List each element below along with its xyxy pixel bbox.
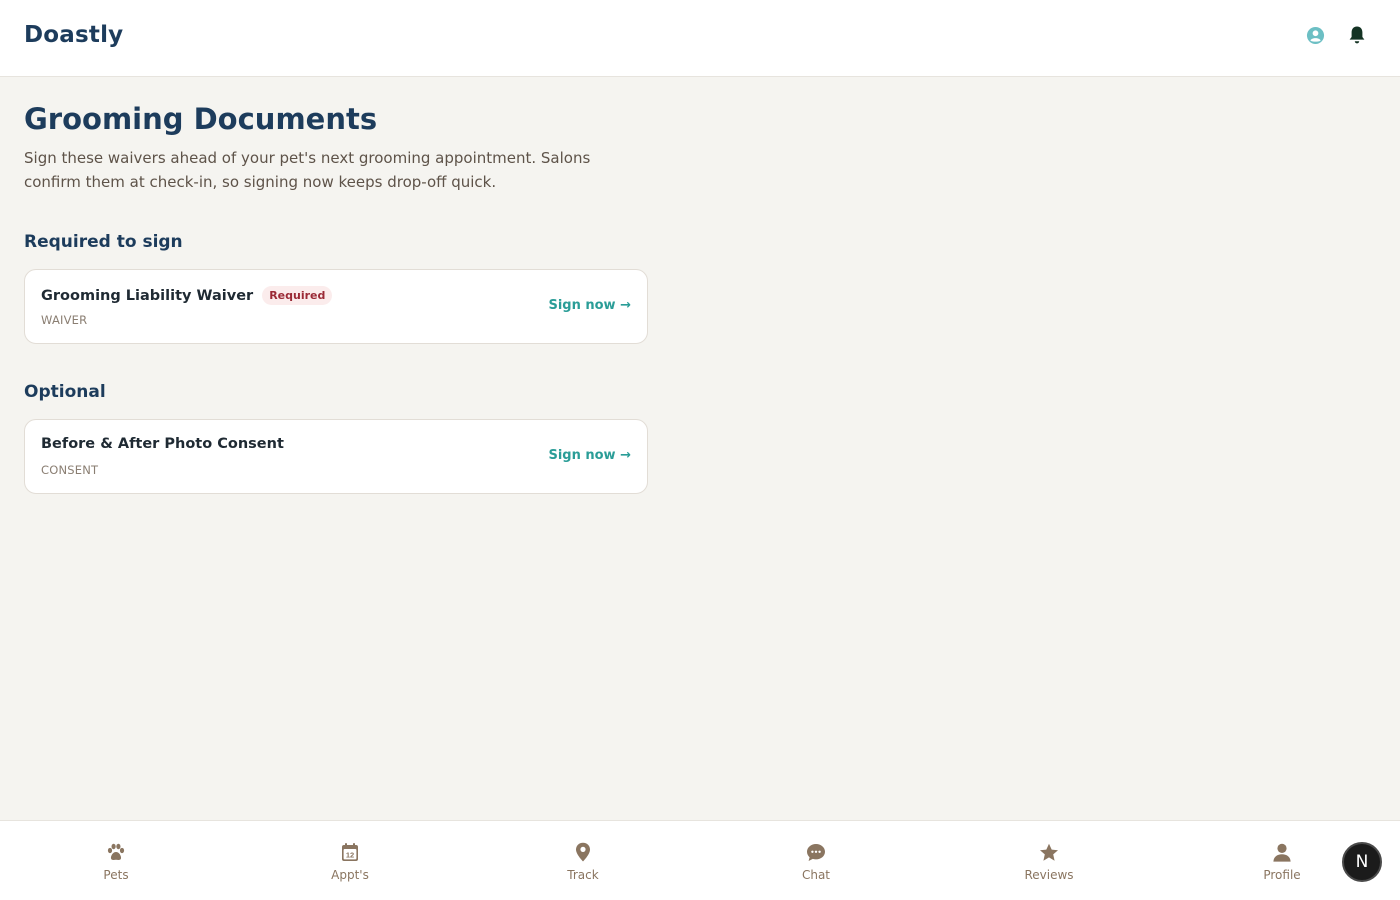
- nav-item-profile[interactable]: Profile: [1232, 841, 1332, 882]
- main-content: Grooming Documents Sign these waivers ah…: [24, 100, 648, 494]
- page-title: Grooming Documents: [24, 102, 378, 136]
- nav-label: Reviews: [1024, 868, 1074, 882]
- nav-label: Pets: [103, 868, 129, 882]
- document-type: CONSENT: [41, 463, 99, 477]
- document-title: Grooming Liability Waiver: [41, 287, 254, 304]
- document-title-row: Grooming Liability Waiver Required: [41, 286, 333, 305]
- nav-item-track[interactable]: Track: [533, 841, 633, 882]
- sign-now-link[interactable]: Sign now →: [548, 298, 631, 313]
- paw-icon: [105, 841, 127, 863]
- calendar-icon: 12: [339, 841, 361, 863]
- nav-item-appointments[interactable]: 12 Appt's: [300, 841, 400, 882]
- chat-bubble-icon: [805, 841, 827, 863]
- nav-label: Profile: [1263, 868, 1301, 882]
- nav-label: Chat: [801, 868, 831, 882]
- nav-label: Track: [567, 868, 599, 882]
- top-bar: Doastly: [0, 0, 1400, 77]
- calendar-day: 12: [346, 851, 354, 860]
- person-icon: [1271, 841, 1293, 863]
- required-section-heading: Required to sign: [24, 232, 183, 252]
- document-title-row: Before & After Photo Consent: [41, 436, 284, 452]
- brand-logo[interactable]: Doastly: [24, 22, 123, 48]
- bell-icon[interactable]: [1346, 24, 1368, 46]
- page-subtitle: Sign these waivers ahead of your pet's n…: [24, 149, 591, 191]
- location-pin-icon: [572, 841, 594, 863]
- document-title: Before & After Photo Consent: [41, 436, 284, 452]
- star-icon: [1038, 841, 1060, 863]
- document-type: WAIVER: [41, 313, 88, 327]
- nav-label: Appt's: [331, 868, 369, 882]
- nav-item-pets[interactable]: Pets: [66, 841, 166, 882]
- nav-item-reviews[interactable]: Reviews: [999, 841, 1099, 882]
- sign-now-link[interactable]: Sign now →: [548, 448, 631, 463]
- document-card-photo-consent[interactable]: Before & After Photo Consent CONSENT Sig…: [24, 419, 648, 494]
- floating-action-button[interactable]: N: [1342, 842, 1382, 882]
- nav-item-chat[interactable]: Chat: [766, 841, 866, 882]
- document-card-liability-waiver[interactable]: Grooming Liability Waiver Required WAIVE…: [24, 269, 648, 344]
- optional-section-heading: Optional: [24, 382, 106, 402]
- bottom-navigation: Pets 12 Appt's Track Chat Reviews Profil…: [0, 820, 1400, 900]
- required-badge: Required: [262, 286, 333, 305]
- account-circle-icon[interactable]: [1304, 24, 1326, 46]
